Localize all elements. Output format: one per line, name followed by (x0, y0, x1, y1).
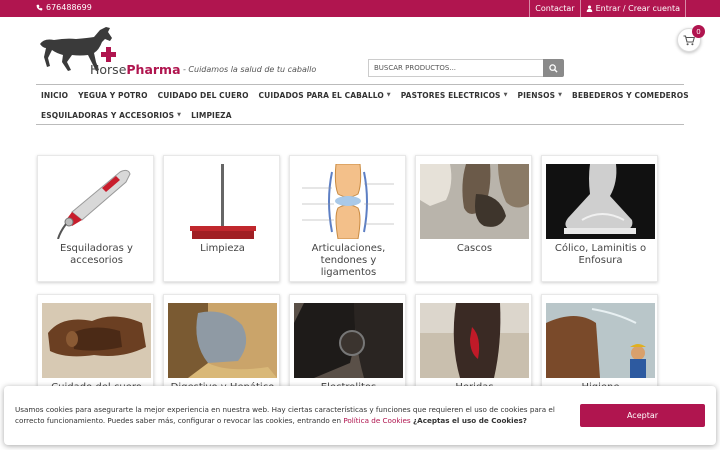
nav-item-bebederos-y-comederos[interactable]: BEBEDEROS Y COMEDEROS (567, 91, 694, 100)
xray-hoof-image (546, 164, 655, 239)
nav-item-esquiladoras-y-accesorios[interactable]: ESQUILADORAS Y ACCESORIOS ▼ (36, 111, 186, 120)
category-card-limpieza[interactable]: Limpieza (163, 155, 280, 282)
phone-number: 676488699 (46, 3, 92, 12)
nav-item-label: ESQUILADORAS Y ACCESORIOS (41, 110, 175, 120)
category-image (294, 164, 403, 239)
category-image (420, 164, 529, 239)
category-label: Cólico, Laminitis o Enfosura (554, 243, 647, 266)
main-nav: INICIO YEGUA Y POTRO CUIDADO DEL CUERO C… (36, 84, 689, 125)
caret-down-icon: ▼ (503, 92, 508, 98)
category-image (168, 164, 277, 239)
nav-item-pastores-electricos[interactable]: PASTORES ELECTRICOS ▼ (396, 91, 513, 100)
hooves-image (420, 164, 529, 239)
nav-item-yegua-y-potro[interactable]: YEGUA Y POTRO (73, 91, 152, 100)
nav-item-label: PIENSOS (517, 90, 556, 100)
category-image (294, 303, 403, 378)
caret-down-icon: ▼ (177, 112, 182, 118)
search-input[interactable] (368, 59, 543, 77)
category-card-cascos[interactable]: Cascos (415, 155, 532, 282)
cart-count-badge: 0 (692, 25, 705, 38)
category-card-colico[interactable]: Cólico, Laminitis o Enfosura (541, 155, 658, 282)
contact-label: Contactar (535, 4, 575, 13)
login-link[interactable]: Entrar / Crear cuenta (579, 0, 686, 17)
nav-row-2: ESQUILADORAS Y ACCESORIOS ▼ LIMPIEZA (36, 105, 684, 125)
broom-image (168, 164, 277, 239)
nav-row-1: INICIO YEGUA Y POTRO CUIDADO DEL CUERO C… (36, 85, 689, 105)
category-image (42, 303, 151, 378)
nav-item-cuidado-del-cuero[interactable]: CUIDADO DEL CUERO (153, 91, 254, 100)
search-button[interactable] (543, 59, 564, 77)
contact-link[interactable]: Contactar (529, 0, 579, 17)
nav-item-label: LIMPIEZA (191, 110, 232, 120)
cookie-message: Usamos cookies para asegurarte la mejor … (15, 404, 580, 426)
logo-wordmark[interactable]: HorsePharma (90, 62, 181, 77)
nav-item-label: BEBEDEROS Y COMEDEROS (572, 90, 689, 100)
user-icon (586, 5, 592, 12)
category-label: Limpieza (200, 243, 245, 254)
cookie-policy-link[interactable]: Política de Cookies (343, 416, 410, 425)
top-bar: 676488699 Contactar Entrar / Crear cuent… (0, 0, 720, 17)
category-image (420, 303, 529, 378)
login-label: Entrar / Crear cuenta (595, 4, 680, 13)
category-card-esquiladoras[interactable]: Esquiladoras y accesorios (37, 155, 154, 282)
nav-item-label: CUIDADO DEL CUERO (157, 90, 249, 100)
horse-wound-image (420, 303, 529, 378)
nav-item-label: CUIDADOS PARA EL CABALLO (258, 90, 384, 100)
category-label: Articulaciones, tendones y ligamentos (311, 243, 386, 278)
nav-item-inicio[interactable]: INICIO (36, 91, 73, 100)
nav-item-label: INICIO (41, 90, 69, 100)
horse-head-image (294, 303, 403, 378)
saddle-image (42, 303, 151, 378)
logo-word-horse: Horse (90, 62, 127, 77)
category-image (546, 164, 655, 239)
accept-cookies-button[interactable]: Aceptar (580, 404, 705, 427)
nav-item-piensos[interactable]: PIENSOS ▼ (513, 91, 568, 100)
nav-item-cuidados-para-el-caballo[interactable]: CUIDADOS PARA EL CABALLO ▼ (254, 91, 396, 100)
cookie-question: ¿Aceptas el uso de Cookies? (412, 416, 527, 425)
phone-link[interactable]: 676488699 (36, 3, 92, 12)
clipper-image (42, 164, 151, 239)
joint-diagram-image (294, 164, 403, 239)
search-icon (549, 63, 558, 73)
nav-item-limpieza[interactable]: LIMPIEZA (186, 111, 237, 120)
horse-washing-image (546, 303, 655, 378)
nav-item-label: PASTORES ELECTRICOS (400, 90, 501, 100)
horse-eating-image (168, 303, 277, 378)
category-card-articulaciones[interactable]: Articulaciones, tendones y ligamentos (289, 155, 406, 282)
phone-icon (36, 4, 43, 11)
category-image (546, 303, 655, 378)
caret-down-icon: ▼ (386, 92, 391, 98)
category-label: Cascos (456, 243, 493, 254)
logo-word-pharma: Pharma (126, 62, 181, 77)
category-label: Esquiladoras y accesorios (60, 243, 133, 266)
category-image (168, 303, 277, 378)
search-bar (368, 59, 564, 77)
cookie-banner: Usamos cookies para asegurarte la mejor … (4, 386, 716, 445)
caret-down-icon: ▼ (558, 92, 563, 98)
category-image (42, 164, 151, 239)
nav-item-label: YEGUA Y POTRO (78, 90, 148, 100)
tagline: - Cuidamos la salud de tu caballo (183, 65, 317, 74)
